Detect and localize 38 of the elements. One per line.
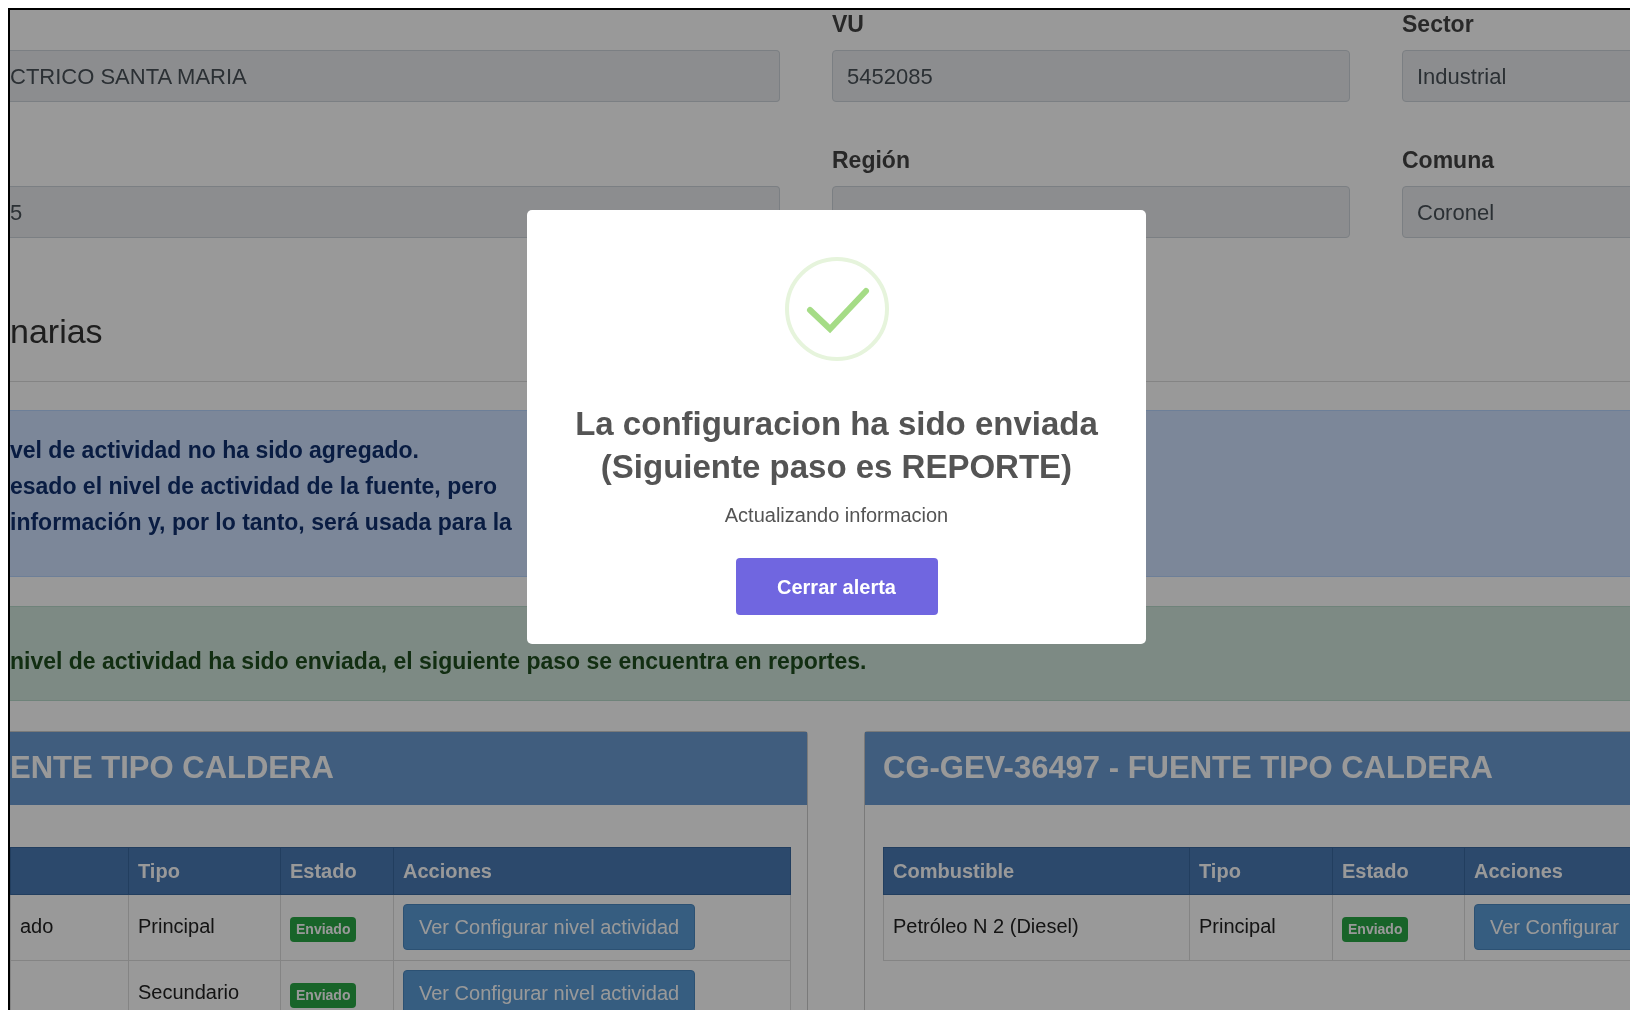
field-label: Sector [1402,10,1475,38]
status-badge: Enviado [290,917,357,942]
alert-text: esado el nivel de actividad de la fuente, pero [10,472,497,500]
column-header: Estado [290,860,357,882]
alert-text: información y, por lo tanto, será usada para la [10,508,512,536]
input-field[interactable]: CTRICO SANTA MARIA [10,50,780,102]
status-badge: Enviado [290,983,357,1008]
status-badge: Enviado [1342,917,1409,942]
section-heading: narias [10,311,104,351]
column-header: Tipo [138,860,180,882]
panel-header: CG-GEV-36497 - FUENTE TIPO CALDERA [865,732,1630,805]
alert-text: nivel de actividad ha sido enviada, el siguiente paso se encuentra en reportes. [10,647,867,676]
column-header: Acciones [1474,860,1563,882]
alert-text: vel de actividad no ha sido agregado. [10,436,419,464]
close-alert-button[interactable]: Cerrar alerta [735,558,938,615]
table-cell: ado [20,915,54,937]
field-label: Comuna [1402,146,1496,174]
dialog-title: (Siguiente paso es REPORTE) [600,447,1073,487]
panel-header: ENTE TIPO CALDERA [10,732,807,805]
column-header: Acciones [403,860,492,882]
configure-button[interactable]: Ver Configurar [1474,904,1630,950]
configure-button[interactable]: Ver Configurar nivel actividad [403,970,696,1010]
input-field[interactable]: 5452085 [832,50,1350,102]
column-header: Estado [1342,860,1409,882]
table-cell: Principal [1199,915,1276,937]
dialog-title: La configuracion ha sido enviada [575,404,1098,444]
input-field[interactable]: Coronel [1402,186,1630,238]
column-header: Combustible [893,860,1015,882]
table-cell: Principal [138,915,215,937]
table-cell: Secundario [138,981,240,1003]
column-header: Tipo [1199,860,1241,882]
dialog-message: Actualizando informacion [724,503,949,528]
table-cell: Petróleo N 2 (Diesel) [893,915,1079,937]
configure-button[interactable]: Ver Configurar nivel actividad [403,904,696,950]
success-check-icon [783,256,890,362]
field-label: Región [832,146,911,174]
field-label: VU [832,10,865,38]
input-field[interactable]: Industrial [1402,50,1630,102]
